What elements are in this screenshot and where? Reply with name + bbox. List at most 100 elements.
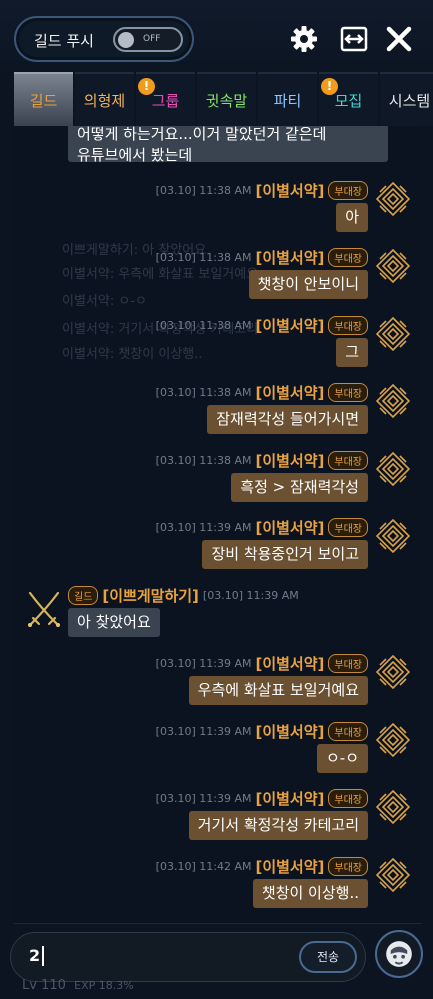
sender-name[interactable]: [이별서약] [255,382,324,403]
expand-horizontal-icon[interactable] [339,24,369,54]
message-meta: [03.10] 11:38 AM [이별서약] 부대장 [156,180,368,200]
message-meta: [03.10] 11:39 AM [이별서약] 부대장 [156,517,368,537]
rank-tag: 부대장 [328,856,368,876]
message-bubble: 장비 착용중인거 보이고 [202,540,368,569]
sender-name[interactable]: [이별서약] [255,517,324,538]
sender-name[interactable]: [이별서약] [255,856,324,877]
message-time: [03.10] 11:38 AM [155,318,252,332]
tab-6[interactable]: 시스템 [380,72,433,126]
chat-input-box[interactable]: 2 전송 [10,932,366,982]
notification-badge: ! [138,78,155,95]
tab-5[interactable]: 모집! [319,72,378,126]
switch-state: OFF [143,34,161,44]
message-meta: [03.10] 11:39 AM [이별서약] 부대장 [156,721,368,741]
sender-name[interactable]: [이별서약] [255,721,324,742]
switch-knob [118,32,134,48]
sender-name[interactable]: [이별서약] [255,247,324,268]
crossed-swords-icon[interactable] [24,589,64,629]
message-meta: [03.10] 11:42 AM [이별서약] 부대장 [156,856,368,876]
guild-emblem-icon[interactable] [375,181,411,217]
message-bubble: 챗창이 이상행.. [252,879,368,908]
message-meta: 길드 [이쁘게말하기] [03.10] 11:39 AM [68,585,299,605]
tab-label: 길드 [29,91,58,110]
message-time: [03.10] 11:39 AM [155,656,252,670]
message-time: [03.10] 11:38 AM [155,453,252,467]
guild-emblem-icon[interactable] [375,248,411,284]
tab-label: 시스템 [388,91,431,110]
message-time: [03.10] 11:38 AM [155,183,252,197]
message-bubble: 챗창이 안보이니 [248,270,368,299]
message-time: [03.10] 11:39 AM [202,588,299,602]
tab-label: 파티 [273,91,302,110]
send-button[interactable]: 전송 [299,941,357,973]
tab-0[interactable]: 길드 [14,72,73,126]
tab-4[interactable]: 파티 [258,72,317,126]
chat-message-list[interactable]: 이쁘게말하기: 아 찾았어요 이별서약: 우측에 화살표 보일거예요 이별서약: ㅇ… [14,126,422,924]
sender-name[interactable]: [이별서약] [255,315,324,336]
message-bubble: 우측에 화살표 보일거예요 [188,676,368,705]
gear-icon[interactable] [289,24,319,54]
message-meta: [03.10] 11:38 AM [이별서약] 부대장 [156,382,368,402]
message-bubble: 흑정 > 잠재력각성 [231,473,368,502]
guild-emblem-icon[interactable] [375,383,411,419]
rank-tag: 부대장 [328,180,368,200]
character-status: Lv 110 EXP 18.3% [22,978,134,993]
message-bubble: 잠재력각성 들어가시면 [207,405,368,434]
notification-badge: ! [321,78,338,95]
message-meta: [03.10] 11:38 AM [이별서약] 부대장 [156,247,368,267]
message-time: [03.10] 11:42 AM [155,859,252,873]
close-icon[interactable] [384,24,414,54]
tab-label: 그룹 [151,91,180,110]
message-bubble: 거기서 확정각성 카테고리 [188,811,368,840]
message-meta: [03.10] 11:39 AM [이별서약] 부대장 [156,653,368,673]
sender-name[interactable]: [이별서약] [255,180,324,201]
message-time: [03.10] 11:38 AM [155,250,252,264]
guild-emblem-icon[interactable] [375,857,411,893]
rank-tag: 부대장 [328,721,368,741]
guild-emblem-icon[interactable] [375,316,411,352]
text-caret [42,946,44,966]
message-line: 유튜브에서 봤는데 [77,146,193,162]
message-time: [03.10] 11:39 AM [155,791,252,805]
guild-emblem-icon[interactable] [375,722,411,758]
guild-emblem-icon[interactable] [375,518,411,554]
guild-push-label: 길드 푸시 [34,32,94,50]
tab-label: 귓속말 [205,91,248,110]
message-meta: [03.10] 11:39 AM [이별서약] 부대장 [156,788,368,808]
background-text: 이별서약: ㅇ-ㅇ [62,294,147,309]
sender-name[interactable]: [이쁘게말하기] [102,585,199,606]
chat-input[interactable]: 2 [29,946,40,965]
push-switch[interactable]: OFF [113,27,183,52]
level-label: Lv 110 [22,978,66,993]
tab-label: 모집 [334,91,363,110]
background-text: 이별서약: 챗창이 이상행.. [62,347,203,362]
tab-2[interactable]: 그룹! [136,72,195,126]
message-time: [03.10] 11:39 AM [155,724,252,738]
rank-tag: 부대장 [328,450,368,470]
message-line: 어떻게 하는거요...이거 말았던거 같은데 [77,126,327,143]
rank-tag: 부대장 [328,382,368,402]
rank-tag: 부대장 [328,315,368,335]
guild-push-toggle[interactable]: 길드 푸시 OFF [14,16,194,62]
guild-emblem-icon[interactable] [375,654,411,690]
message-bubble: 아 찾았어요 [68,608,160,637]
rank-tag: 부대장 [328,247,368,267]
rank-tag: 부대장 [328,517,368,537]
emoticon-button[interactable] [375,930,423,978]
sender-name[interactable]: [이별서약] [255,450,324,471]
message-bubble: 그 [336,338,368,367]
chat-header: 길드 푸시 OFF [0,0,433,72]
message-bubble: 아 [336,203,368,232]
sender-name[interactable]: [이별서약] [255,788,324,809]
message-time: [03.10] 11:38 AM [155,385,252,399]
guild-emblem-icon[interactable] [375,451,411,487]
guild-emblem-icon[interactable] [375,789,411,825]
chat-channel-tabs: 길드 의형제 그룹! 귓속말 파티 모집! 시스템 [14,72,433,126]
message-meta: [03.10] 11:38 AM [이별서약] 부대장 [156,450,368,470]
message-meta: [03.10] 11:38 AM [이별서약] 부대장 [156,315,368,335]
tab-3[interactable]: 귓속말 [197,72,256,126]
sender-name[interactable]: [이별서약] [255,653,324,674]
rank-tag: 부대장 [328,788,368,808]
tab-1[interactable]: 의형제 [75,72,134,126]
tab-label: 의형제 [83,91,126,110]
